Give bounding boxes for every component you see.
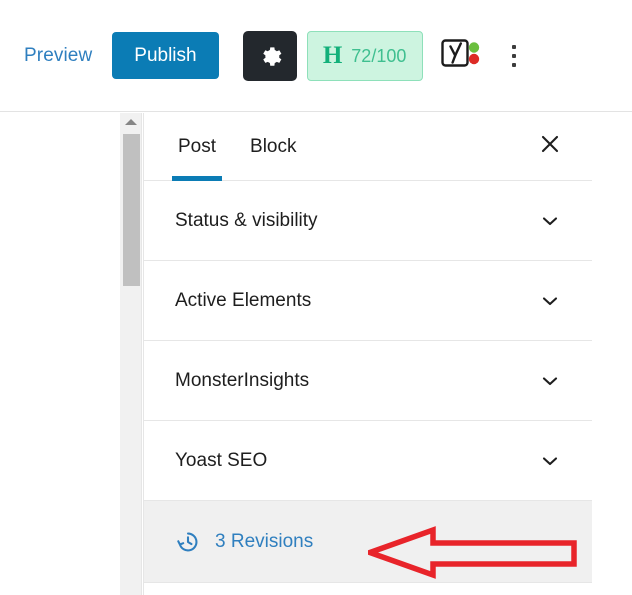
kebab-menu-icon [511,44,516,49]
close-icon [539,133,561,160]
preview-link[interactable]: Preview [16,39,100,73]
panel-section-status-visibility[interactable]: Status & visibility [144,181,592,261]
editor-toolbar: Preview Publish H 72/100 [0,0,632,112]
hemingway-score-value: 72/100 [351,45,407,66]
panel-section-active-elements[interactable]: Active Elements [144,261,592,341]
close-sidebar-button[interactable] [535,132,565,162]
panel-section-label: Active Elements [175,289,312,311]
settings-button[interactable] [242,30,297,81]
chevron-down-icon [539,290,561,312]
revisions-button[interactable]: 3 Revisions [144,501,592,583]
publish-button[interactable]: Publish [112,32,219,79]
yoast-seo-button[interactable] [440,36,481,75]
chevron-down-icon [539,370,561,392]
panel-section-label: Yoast SEO [175,449,268,471]
more-options-button[interactable] [499,35,529,77]
revision-clock-icon [175,529,201,555]
settings-sidebar-panel: Post Block Status & visibility Active El… [143,113,592,595]
revisions-label: 3 Revisions [215,530,314,552]
panel-section-monsterinsights[interactable]: MonsterInsights [144,341,592,421]
hemingway-letter: H [322,42,343,69]
gear-icon [257,43,283,69]
scrollbar-up-arrow-icon[interactable] [120,113,142,131]
scrollbar-thumb[interactable] [123,134,140,286]
tab-block[interactable]: Block [247,113,299,181]
panel-section-yoast-seo[interactable]: Yoast SEO [144,421,592,501]
panel-section-label: MonsterInsights [175,369,310,391]
chevron-down-icon [539,210,561,232]
screenshot-root: Preview Publish H 72/100 Post Block Stat… [0,0,632,595]
panel-tab-bar: Post Block [144,113,592,181]
hemingway-score-badge[interactable]: H 72/100 [306,30,423,81]
chevron-down-icon [539,450,561,472]
kebab-menu-icon [511,62,516,67]
panel-section-label: Status & visibility [175,209,318,231]
kebab-menu-icon [511,53,516,58]
tab-post[interactable]: Post [171,113,223,181]
yoast-seo-icon [440,36,481,75]
sidebar-scrollbar[interactable] [120,113,142,595]
